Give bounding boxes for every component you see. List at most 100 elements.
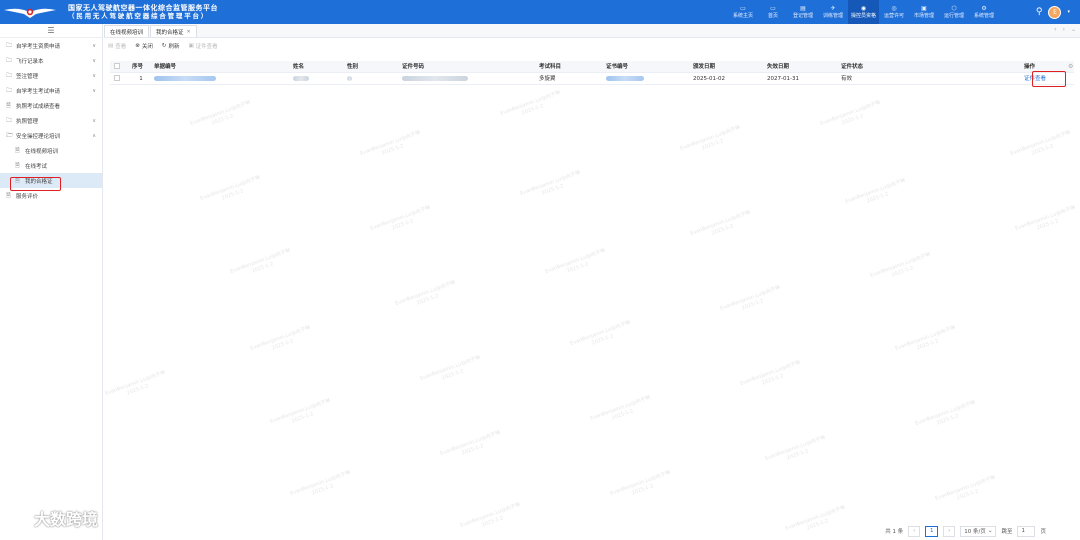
document-icon: 🗎 [6, 101, 11, 109]
row-status: 有效 [841, 75, 853, 82]
tab-my-certificate[interactable]: 我的合格证 ✕ [150, 25, 197, 37]
prev-page-button[interactable]: ‹ [908, 525, 921, 537]
market-icon: ▣ [921, 5, 927, 12]
shield-icon: ◉ [860, 5, 867, 12]
sidebar-item-license-management[interactable]: 🗀 执照管理 ∨ [0, 113, 102, 128]
platform-subtitle: （民用无人驾驶航空器综合管理平台） [68, 12, 210, 20]
row-id-number-redacted [398, 73, 535, 85]
close-button[interactable]: ⊗ 关闭 [135, 42, 153, 50]
sidebar-item-exam-results[interactable]: 🗎 执照考试成绩查看 [0, 98, 102, 113]
page-size-select[interactable]: 10 条/页 ⌄ [960, 525, 997, 537]
sidebar-item-self-study-exam[interactable]: 🗀 自学考生考试申请 ∨ [0, 83, 102, 98]
register-icon: ▤ [800, 5, 806, 12]
system-icon: ⚙ [981, 5, 987, 12]
chevron-down-icon[interactable]: ⌄ [1071, 26, 1076, 33]
col-certificate-no: 证书编号 [606, 63, 629, 70]
nav-operator-qualification[interactable]: ◉ 操控员资格 [848, 0, 880, 24]
hamburger-icon[interactable]: ☰ [0, 24, 102, 38]
tab-online-video[interactable]: 在线视频培训 [104, 25, 150, 37]
col-document-no: 单据编号 [154, 63, 177, 70]
document-icon: 🗎 [15, 161, 20, 169]
nav-home[interactable]: ▭ 首页 [758, 0, 788, 24]
sidebar-item-safety-training[interactable]: 🗁 安全操控理论培训 ∧ [0, 128, 102, 143]
certificate-view-button[interactable]: ▣ 证件查看 [188, 42, 217, 50]
row-checkbox[interactable] [110, 73, 128, 85]
sidebar-item-flight-log[interactable]: 🗀 飞行记录本 ∨ [0, 53, 102, 68]
highlight-box-certificate-view [1032, 71, 1066, 87]
chevron-right-icon[interactable]: › [1063, 26, 1065, 33]
nav-operation-license[interactable]: ◎ 运营许可 [879, 0, 909, 24]
col-id-number: 证件号码 [402, 63, 425, 70]
pagination: 共 1 条 ‹ 1 › 10 条/页 ⌄ 跳至 1 页 [885, 524, 1046, 538]
document-icon: 🗎 [15, 146, 20, 154]
total-count: 共 1 条 [885, 529, 904, 535]
nav-system-home[interactable]: ▭ 系统主页 [728, 0, 758, 24]
chevron-down-icon: ∨ [92, 117, 96, 124]
col-expire-date: 失效日期 [767, 63, 790, 70]
top-header: 国家无人驾驶航空器一体化综合监管服务平台 （民用无人驾驶航空器综合管理平台） ▭… [0, 0, 1080, 24]
select-all-checkbox[interactable] [110, 61, 128, 73]
brand-watermark: 大数跨境 [8, 506, 98, 530]
table-row[interactable]: 1 多旋翼 2025-01-02 2027-01-31 有效 证件查看 [110, 73, 1074, 85]
row-name-redacted [289, 73, 343, 85]
nav-market[interactable]: ▣ 市场管理 [909, 0, 939, 24]
sidebar: ☰ 🗀 自学考生资质申请 ∨ 🗀 飞行记录本 ∨ 🗀 签注管理 ∨ 🗀 自学考生考试申请 ∨ 🗎… [0, 24, 103, 540]
chevron-down-icon[interactable]: ▾ [1067, 9, 1070, 15]
next-page-button[interactable]: › [943, 525, 956, 537]
toolbar: ▤ 查看 ⊗ 关闭 ↻ 刷新 ▣ 证件查看 [104, 38, 1080, 54]
folder-icon: 🗀 [6, 116, 13, 124]
refresh-button[interactable]: ↻ 刷新 [162, 42, 180, 50]
chevron-down-icon: ∨ [92, 72, 96, 79]
certificate-icon: ▣ [188, 43, 194, 49]
license-icon: ◎ [891, 5, 897, 12]
chevron-down-icon: ∨ [92, 57, 96, 64]
row-expire-date: 2027-01-31 [767, 75, 799, 82]
caac-logo [0, 0, 60, 24]
document-icon: 🗎 [6, 191, 11, 199]
chevron-right-icon: › [948, 528, 951, 534]
brand-text: 大数跨境 [34, 510, 99, 529]
page-suffix: 页 [1040, 529, 1046, 535]
nav-training[interactable]: ✈ 训练管理 [818, 0, 848, 24]
folder-icon: 🗀 [6, 41, 13, 49]
folder-open-icon: 🗁 [6, 131, 14, 139]
drone-icon: ✈ [830, 5, 836, 12]
row-index: 1 [139, 75, 143, 82]
top-nav: ▭ 系统主页 ▭ 首页 ▤ 登记管理 ✈ 训练管理 ◉ 操控员资格 ◎ 运营许可 ▣ 市场管理… [728, 0, 999, 24]
col-issue-date: 颁发日期 [693, 63, 716, 70]
search-icon[interactable]: ⚲ [1036, 7, 1043, 17]
nav-register[interactable]: ▤ 登记管理 [788, 0, 818, 24]
chevron-left-icon: ‹ [913, 528, 916, 534]
jump-label: 跳至 [1001, 529, 1013, 535]
page-number-current[interactable]: 1 [925, 525, 939, 537]
sidebar-item-self-study-qualification[interactable]: 🗀 自学考生资质申请 ∨ [0, 38, 102, 53]
jump-page-input[interactable]: 1 [1017, 525, 1036, 537]
view-button[interactable]: ▤ 查看 [108, 42, 126, 50]
row-certificate-no-redacted [602, 73, 689, 85]
close-icon[interactable]: ✕ [187, 29, 191, 35]
row-document-no-redacted [150, 73, 289, 85]
folder-icon: 🗀 [6, 56, 13, 64]
nav-operation[interactable]: ⬡ 运行管理 [939, 0, 969, 24]
view-icon: ▤ [108, 43, 114, 49]
sidebar-item-online-exam[interactable]: 🗎 在线考试 [0, 158, 102, 173]
col-name: 姓名 [293, 63, 305, 70]
chevron-left-icon[interactable]: ‹ [1054, 26, 1056, 33]
operation-icon: ⬡ [951, 5, 957, 12]
chevron-down-icon: ∨ [92, 87, 96, 94]
refresh-icon: ↻ [161, 43, 167, 49]
desktop-icon: ▭ [770, 5, 776, 12]
monitor-icon: ▭ [740, 5, 746, 12]
chevron-down-icon: ⌄ [987, 528, 993, 534]
nav-system[interactable]: ⚙ 系统管理 [969, 0, 999, 24]
table-header-row: 序号 单据编号 姓名 性别 证件号码 考试科目 证书编号 颁发日期 失效日期 证… [110, 61, 1074, 73]
close-circle-icon: ⊗ [135, 43, 140, 49]
sidebar-item-online-video[interactable]: 🗎 在线视频培训 [0, 143, 102, 158]
certificate-table: 序号 单据编号 姓名 性别 证件号码 考试科目 证书编号 颁发日期 失效日期 证… [110, 61, 1074, 87]
sidebar-item-endorsement[interactable]: 🗀 签注管理 ∨ [0, 68, 102, 83]
avatar[interactable]: E [1048, 5, 1062, 19]
folder-icon: 🗀 [6, 71, 13, 79]
brand-logo-icon [9, 510, 29, 526]
col-status: 证件状态 [841, 63, 864, 70]
chevron-down-icon: ∨ [92, 42, 96, 49]
